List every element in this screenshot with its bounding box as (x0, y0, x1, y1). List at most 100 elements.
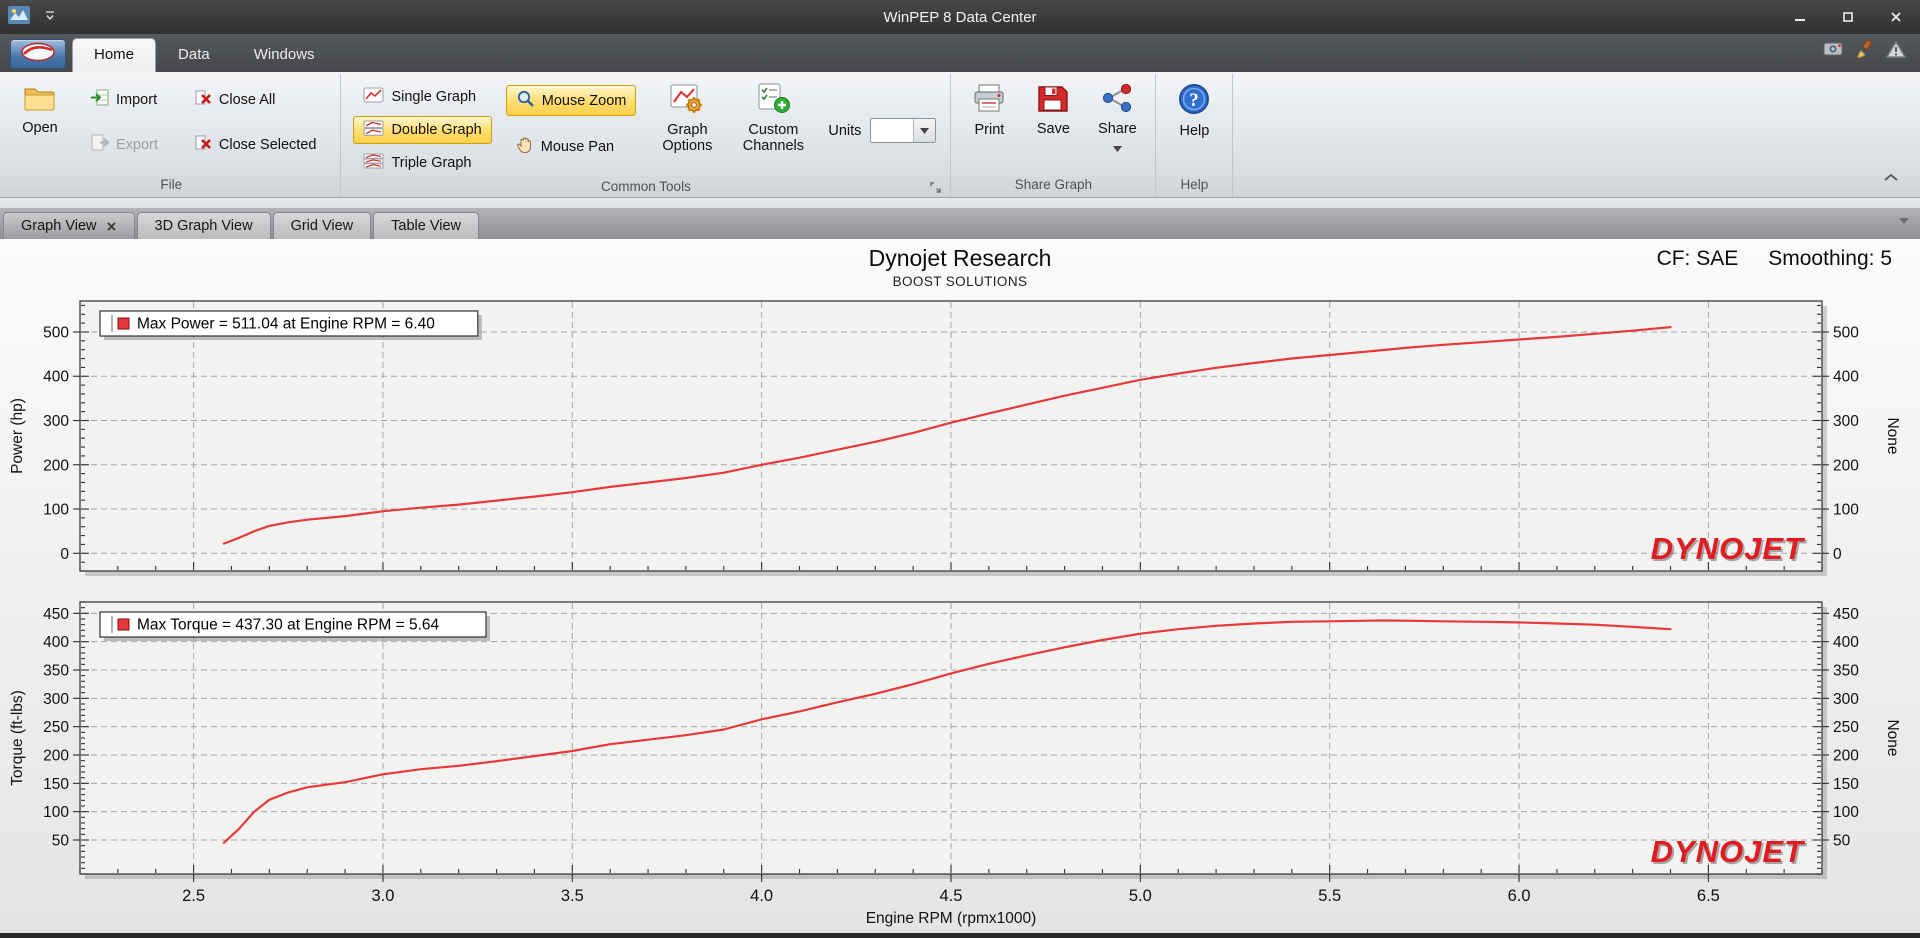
svg-text:300: 300 (1833, 691, 1859, 708)
svg-text:DYNOJET: DYNOJET (1651, 834, 1806, 869)
ribbon-collapse-button[interactable] (1878, 167, 1904, 189)
double-graph-label: Double Graph (391, 122, 482, 138)
print-button[interactable]: Print (957, 76, 1021, 141)
share-dropdown-arrow-icon[interactable] (1112, 140, 1122, 156)
ribbon: Open Import Export Close All Close Selec… (0, 72, 1920, 198)
svg-text:450: 450 (1833, 606, 1859, 623)
winpep-logo-icon (20, 42, 56, 67)
app-icon[interactable] (8, 5, 30, 29)
svg-text:400: 400 (1833, 634, 1859, 651)
units-control: Units (828, 118, 937, 143)
mouse-zoom-button[interactable]: Mouse Zoom (505, 85, 637, 116)
cf-label: CF: SAE (1656, 247, 1739, 270)
svg-text:400: 400 (1833, 369, 1859, 386)
save-label: Save (1036, 121, 1070, 138)
svg-text:Torque (ft-lbs): Torque (ft-lbs) (9, 690, 26, 786)
single-graph-icon (363, 87, 384, 107)
help-button[interactable]: ? Help (1162, 76, 1226, 142)
torque-chart[interactable]: 50 50 100 100 150 150 200 200 250 250 300 300 350 350… (0, 596, 1920, 933)
svg-text:300: 300 (43, 691, 69, 708)
titlebar: WinPEP 8 Data Center (0, 0, 1920, 34)
smoothing-label: Smoothing: 5 (1768, 247, 1892, 270)
svg-text:DYNOJET: DYNOJET (1651, 531, 1806, 566)
svg-text:4.0: 4.0 (750, 887, 773, 905)
tab-3d-graph-view[interactable]: 3D Graph View (136, 212, 271, 239)
custom-channels-button[interactable]: Custom Channels (730, 76, 816, 158)
svg-text:3.5: 3.5 (561, 887, 584, 905)
export-button: Export (80, 130, 168, 159)
svg-text:Power (hp): Power (hp) (9, 398, 26, 474)
mouse-pan-button[interactable]: Mouse Pan (506, 132, 637, 162)
single-graph-button[interactable]: Single Graph (353, 83, 491, 111)
open-button[interactable]: Open (8, 76, 72, 139)
print-label: Print (974, 122, 1005, 139)
chart-header: Dynojet Research BOOST SOLUTIONS CF: SAE… (0, 239, 1920, 291)
ribbon-tab-windows[interactable]: Windows (232, 38, 337, 72)
application-button[interactable] (10, 39, 66, 69)
ribbon-tab-home[interactable]: Home (72, 38, 157, 72)
units-dropdown-arrow-icon[interactable] (913, 119, 936, 142)
graph-panel: Dynojet Research BOOST SOLUTIONS CF: SAE… (0, 239, 1920, 933)
svg-text:400: 400 (43, 634, 69, 651)
graph-options-button[interactable]: Graph Options (644, 76, 730, 158)
units-label: Units (828, 122, 862, 139)
svg-text:450: 450 (43, 606, 69, 623)
common-tools-group-label: Common Tools (347, 177, 944, 199)
camera-icon[interactable] (1823, 41, 1843, 62)
import-button[interactable]: Import (80, 85, 168, 114)
maximize-button[interactable] (1824, 0, 1872, 34)
close-selected-label: Close Selected (218, 136, 317, 153)
close-all-label: Close All (218, 91, 276, 108)
triple-graph-icon (363, 153, 384, 173)
tab-overflow-icon[interactable] (1898, 212, 1910, 230)
close-button[interactable] (1872, 0, 1920, 34)
svg-text:300: 300 (1833, 413, 1859, 430)
single-graph-label: Single Graph (391, 89, 477, 105)
svg-text:150: 150 (1833, 776, 1859, 793)
share-button[interactable]: Share (1085, 76, 1149, 160)
save-disk-icon (1036, 83, 1070, 118)
warning-icon[interactable] (1885, 40, 1907, 63)
triple-graph-label: Triple Graph (391, 155, 472, 171)
quick-access-dropdown-icon[interactable] (44, 8, 56, 26)
share-network-icon (1100, 83, 1134, 118)
common-tools-group: Single Graph Double Graph Triple Graph M… (341, 74, 952, 199)
import-label: Import (116, 91, 158, 108)
tab-3d-graph-view-label: 3D Graph View (154, 218, 253, 234)
window-bottom-edge (0, 933, 1920, 938)
tab-table-view[interactable]: Table View (373, 212, 480, 239)
tab-graph-view[interactable]: Graph View (3, 212, 135, 239)
svg-text:250: 250 (43, 719, 69, 736)
svg-text:50: 50 (52, 833, 70, 850)
mouse-pan-label: Mouse Pan (540, 139, 615, 155)
close-all-icon (194, 89, 212, 110)
units-dropdown[interactable] (870, 118, 937, 143)
triple-graph-button[interactable]: Triple Graph (353, 149, 491, 177)
dialog-launcher-icon[interactable] (929, 181, 942, 197)
svg-text:150: 150 (43, 776, 69, 793)
ribbon-tab-data[interactable]: Data (156, 38, 232, 72)
minimize-button[interactable] (1776, 0, 1824, 34)
brush-icon[interactable] (1855, 39, 1874, 63)
svg-text:200: 200 (43, 748, 69, 765)
svg-text:350: 350 (43, 663, 69, 680)
svg-text:None: None (1884, 417, 1901, 454)
close-selected-button[interactable]: Close Selected (184, 130, 327, 159)
power-chart[interactable]: 0 0100 100200 200300 300400 400500 500DYNOJETD… (0, 291, 1920, 591)
svg-text:100: 100 (1833, 804, 1859, 821)
export-label: Export (116, 136, 158, 153)
svg-text:3.0: 3.0 (371, 887, 394, 905)
close-all-button[interactable]: Close All (184, 85, 327, 114)
tab-grid-view[interactable]: Grid View (272, 212, 372, 239)
view-tab-bar: Graph View 3D Graph View Grid View Table… (0, 208, 1920, 239)
close-tab-icon[interactable] (106, 221, 117, 232)
help-label: Help (1179, 123, 1210, 140)
file-group-label: File (160, 177, 183, 192)
svg-text:250: 250 (1833, 719, 1859, 736)
svg-text:0: 0 (1833, 546, 1842, 563)
save-button[interactable]: Save (1021, 76, 1085, 140)
window-title: WinPEP 8 Data Center (883, 8, 1037, 26)
double-graph-button[interactable]: Double Graph (353, 116, 492, 144)
close-selected-icon (194, 134, 212, 155)
graph-subtitle: BOOST SOLUTIONS (892, 274, 1028, 289)
